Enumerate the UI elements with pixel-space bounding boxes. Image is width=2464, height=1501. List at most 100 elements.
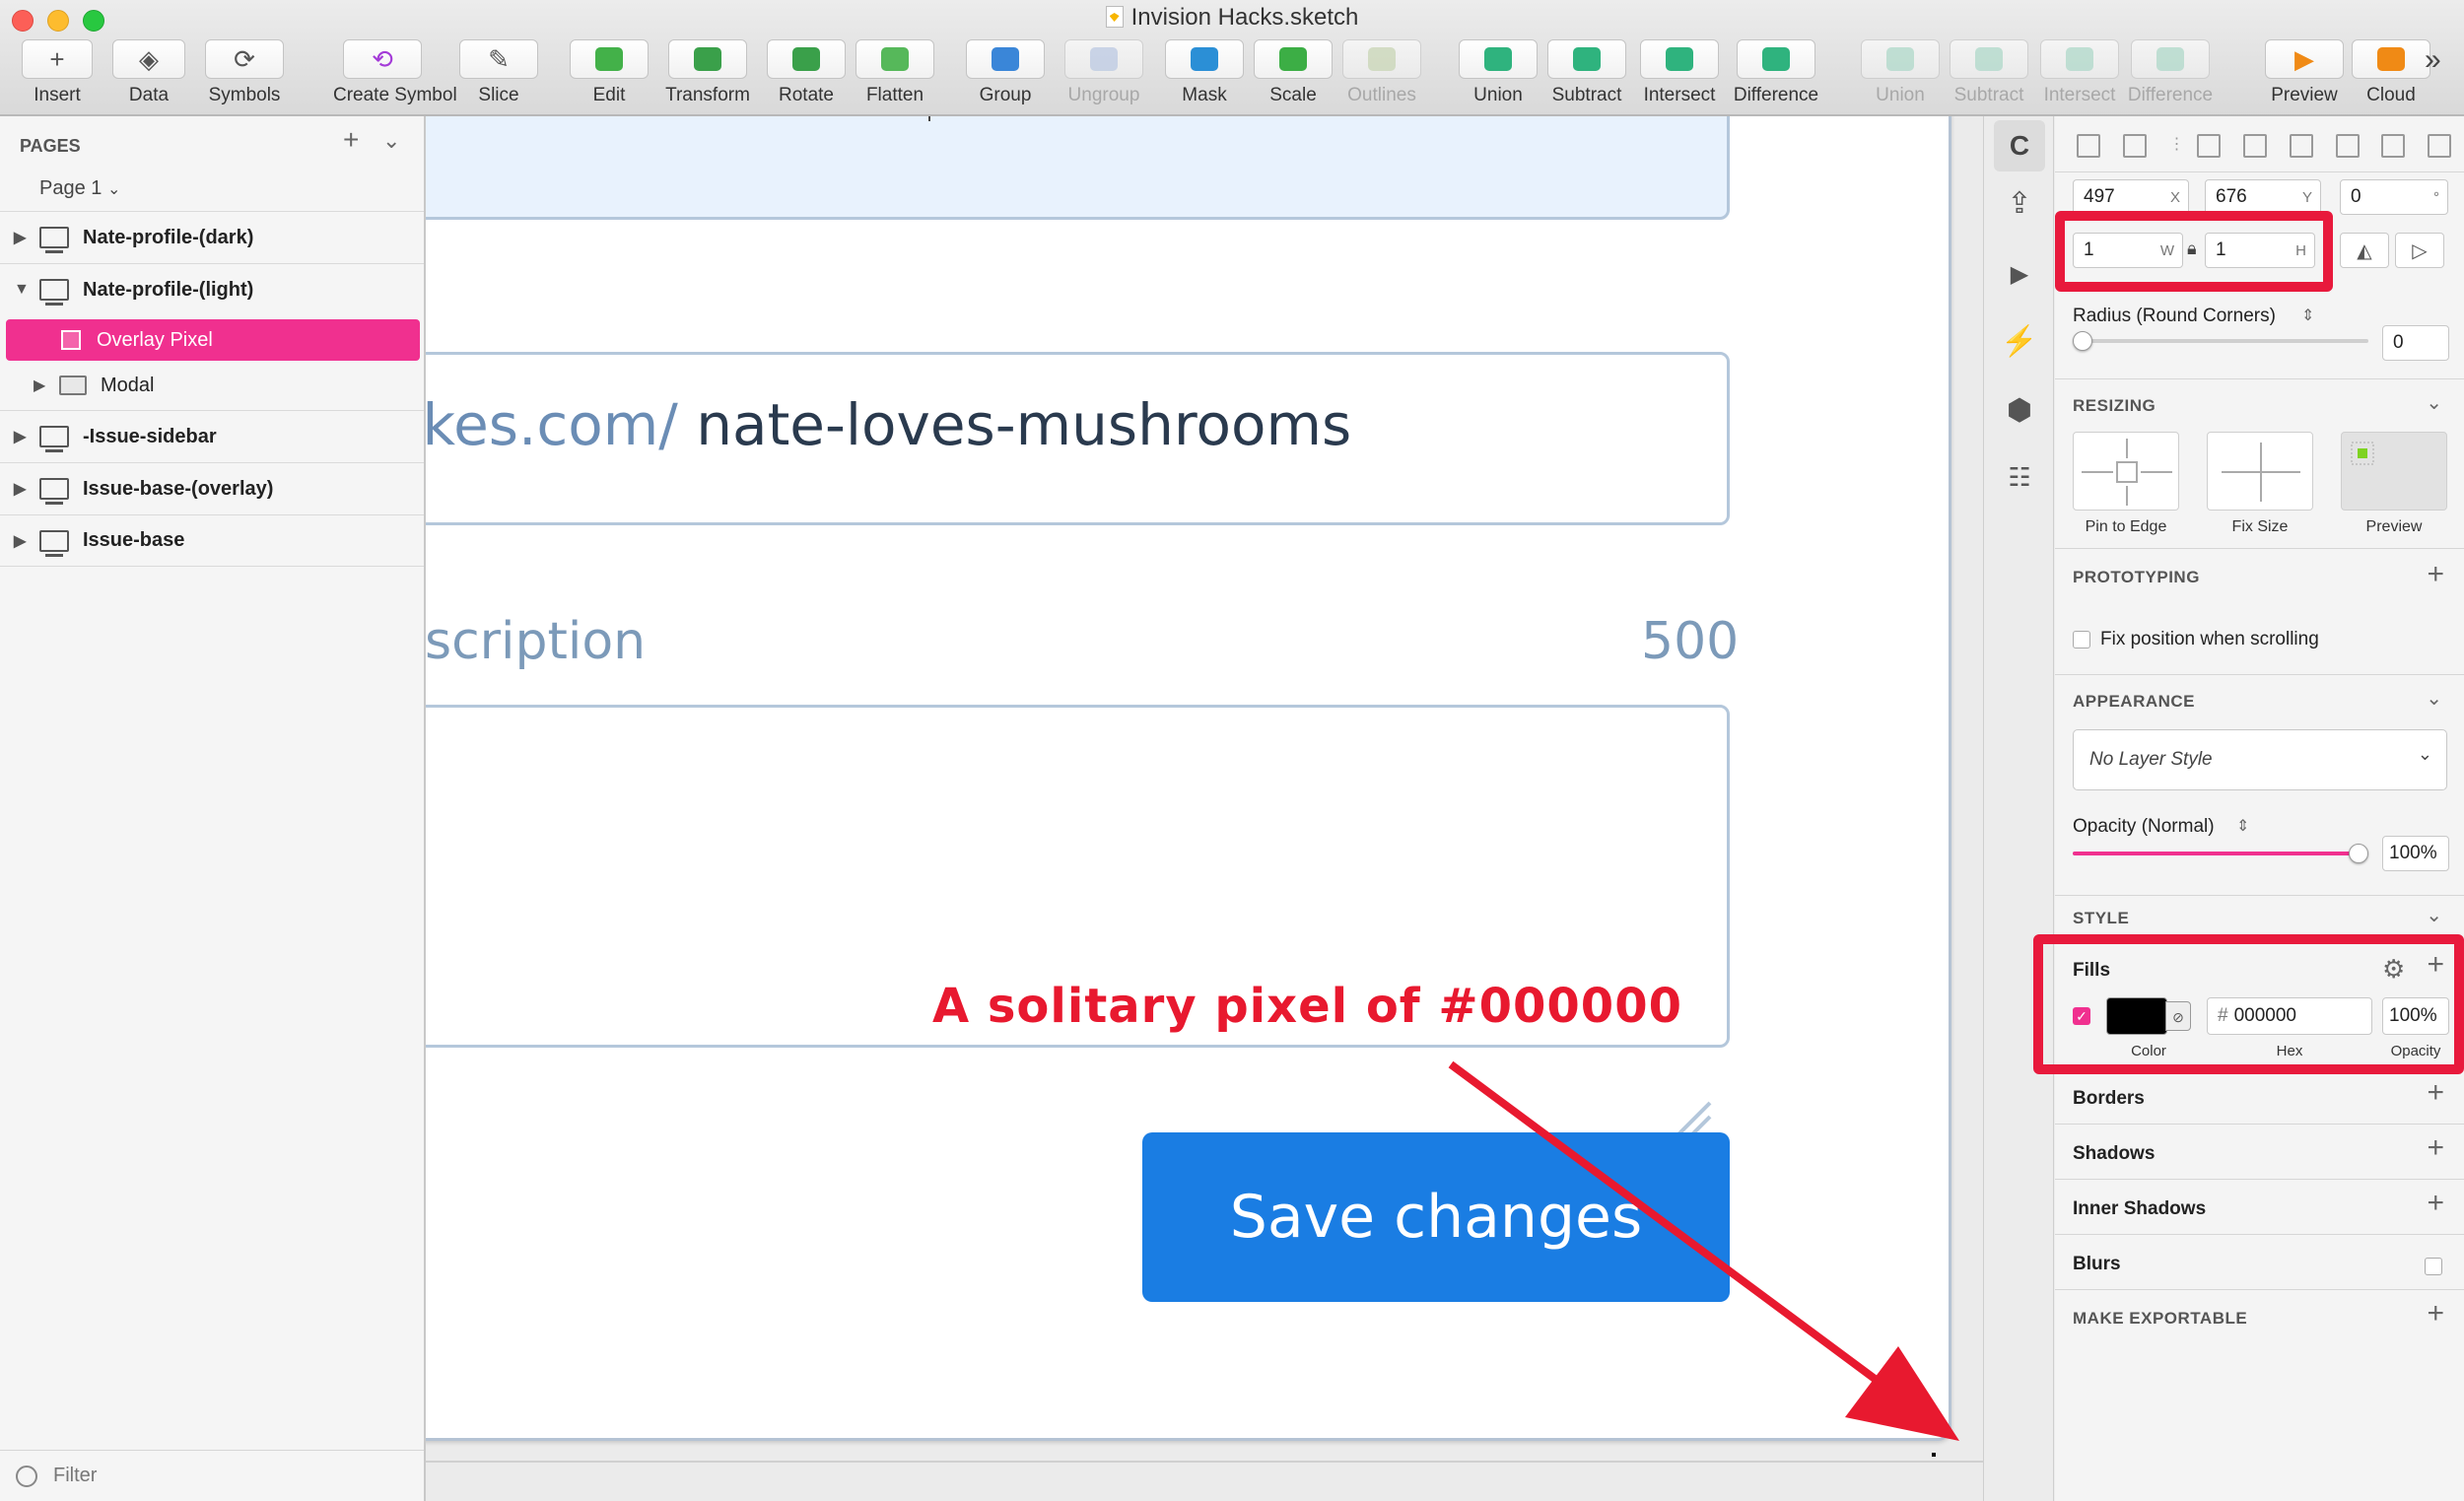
pin-to-edge-control[interactable] — [2073, 432, 2179, 511]
layer-filter[interactable]: Filter — [0, 1450, 424, 1501]
x-position-field[interactable]: 497 X — [2073, 179, 2189, 215]
height-suffix: H — [2295, 241, 2306, 259]
fill-enabled-checkbox[interactable]: ✓ — [2073, 1007, 2090, 1025]
color-variable-icon[interactable]: ⊘ — [2165, 1001, 2191, 1031]
fix-size-control[interactable] — [2207, 432, 2313, 511]
toolbar-item-symbols[interactable]: ⟳ Symbols — [195, 39, 294, 106]
align-left-icon[interactable] — [2197, 134, 2222, 158]
chevron-down-icon[interactable]: ⌄ — [2426, 903, 2442, 927]
toolbar-item-insert[interactable]: + Insert — [12, 39, 103, 106]
solitary-pixel[interactable] — [1932, 1453, 1936, 1457]
align-middle-icon[interactable] — [2381, 134, 2406, 158]
design-canvas[interactable]: akes.com/ nate-loves-mushrooms escriptio… — [426, 116, 1983, 1501]
disclosure-triangle-icon[interactable]: ▶ — [14, 228, 35, 247]
toolbar-item-intersect[interactable]: Intersect — [2030, 39, 2129, 106]
add-fill-icon[interactable]: + — [2427, 948, 2444, 982]
layer-group[interactable]: ▶ Modal — [0, 365, 424, 406]
toolbar-item-flatten[interactable]: Flatten — [846, 39, 944, 106]
layer-artboard[interactable]: ▶ Issue-base — [0, 514, 424, 567]
blur-checkbox[interactable] — [2425, 1258, 2442, 1275]
artboard-modal[interactable]: akes.com/ nate-loves-mushrooms escriptio… — [426, 116, 1951, 1441]
layer-style-dropdown[interactable]: No Layer Style ⌄ — [2073, 729, 2447, 790]
disclosure-triangle-icon[interactable]: ▶ — [14, 427, 35, 446]
toolbar-item-transform[interactable]: Transform — [658, 39, 757, 106]
layer-artboard[interactable]: ▶ Nate-profile-(dark) — [0, 211, 424, 263]
add-inner-shadow-icon[interactable]: + — [2427, 1187, 2444, 1220]
toolbar-item-edit[interactable]: Edit — [560, 39, 658, 106]
toolbar-item-rotate[interactable]: Rotate — [757, 39, 856, 106]
fix-position-checkbox[interactable] — [2073, 631, 2090, 648]
inspector-tab-plugins[interactable]: ⬢ — [1994, 384, 2045, 436]
toolbar-item-intersect[interactable]: Intersect — [1630, 39, 1729, 106]
align-right-icon[interactable] — [2289, 134, 2313, 158]
tool-glyph — [1573, 47, 1601, 71]
layer-overlay-pixel-selected[interactable]: Overlay Pixel — [6, 319, 420, 361]
toolbar-item-ungroup[interactable]: Ungroup — [1055, 39, 1153, 106]
toolbar-item-difference[interactable]: Difference — [2121, 39, 2220, 106]
lock-proportions-icon[interactable]: 🔒︎ — [2187, 239, 2197, 259]
toolbar-item-create-symbol[interactable]: ⟲ Create Symbol — [333, 39, 457, 106]
more-icon[interactable]: ⋮ — [2169, 134, 2185, 158]
collapse-pages-icon[interactable]: ⌄ — [382, 128, 400, 154]
add-page-icon[interactable]: + — [343, 124, 359, 156]
add-export-icon[interactable]: + — [2427, 1297, 2444, 1330]
page-selector[interactable]: Page 1 ⌄ — [39, 177, 120, 200]
add-shadow-icon[interactable]: + — [2427, 1131, 2444, 1165]
inspector-tab-library[interactable]: ☷ — [1994, 451, 2045, 503]
toolbar-item-slice[interactable]: ✎ Slice — [449, 39, 548, 106]
opacity-slider-knob[interactable] — [2349, 844, 2368, 863]
chevron-down-icon[interactable]: ⌄ — [2426, 686, 2442, 711]
rotation-field[interactable]: 0 ° — [2340, 179, 2448, 215]
inspector-tab-prototype[interactable]: ▶ — [1994, 248, 2045, 300]
layer-artboard[interactable]: ▼ Nate-profile-(light) — [0, 263, 424, 315]
align-bottom-icon[interactable] — [2428, 134, 2451, 158]
inspector-tab-actions[interactable]: ⚡ — [1994, 315, 2045, 367]
add-prototype-icon[interactable]: + — [2427, 558, 2444, 591]
toolbar-item-data[interactable]: ◈ Data — [103, 39, 195, 106]
flip-vertical-button[interactable]: ▷ — [2395, 233, 2444, 268]
toolbar-item-scale[interactable]: Scale — [1244, 39, 1342, 106]
fill-hex-field[interactable]: #000000 — [2207, 997, 2372, 1035]
toolbar-item-subtract[interactable]: Subtract — [1538, 39, 1636, 106]
toolbar-item-difference[interactable]: Difference — [1727, 39, 1825, 106]
toolbar-item-preview[interactable]: ▶ Preview — [2255, 39, 2354, 106]
toolbar-item-subtract[interactable]: Subtract — [1940, 39, 2038, 106]
shadows-label: Shadows — [2073, 1143, 2156, 1164]
align-center-icon[interactable] — [2243, 134, 2267, 158]
height-field[interactable]: 1H — [2205, 233, 2315, 268]
toolbar-item-union[interactable]: Union — [1449, 39, 1547, 106]
layer-artboard[interactable]: ▶ -Issue-sidebar — [0, 410, 424, 462]
text-field-top[interactable] — [426, 116, 1730, 220]
disclosure-triangle-icon[interactable]: ▶ — [14, 531, 35, 551]
fill-opacity-field[interactable]: 100% — [2382, 997, 2449, 1035]
gear-icon[interactable]: ⚙ — [2382, 954, 2405, 985]
inspector-tab-design[interactable]: C — [1994, 120, 2045, 171]
toolbar-overflow-button[interactable]: » — [2425, 43, 2441, 77]
inspector-tab-export[interactable]: ⇪ — [1994, 177, 2045, 229]
stepper-icon[interactable]: ⇕ — [2236, 816, 2249, 836]
toolbar-item-label: Slice — [478, 85, 519, 105]
toolbar-item-group[interactable]: Group — [956, 39, 1055, 106]
chevron-down-icon[interactable]: ⌄ — [2426, 390, 2442, 415]
add-border-icon[interactable]: + — [2427, 1076, 2444, 1110]
y-position-field[interactable]: 676 Y — [2205, 179, 2321, 215]
toolbar-item-mask[interactable]: Mask — [1155, 39, 1254, 106]
disclosure-triangle-icon[interactable]: ▼ — [14, 281, 35, 299]
stepper-icon[interactable]: ⇕ — [2301, 306, 2314, 325]
distribute-horizontal-icon[interactable] — [2077, 134, 2100, 158]
width-field[interactable]: 1W — [2073, 233, 2183, 268]
toolbar-item-union[interactable]: Union — [1851, 39, 1950, 106]
disclosure-triangle-icon[interactable]: ▶ — [34, 375, 55, 395]
save-changes-button[interactable]: Save changes — [1142, 1132, 1730, 1302]
disclosure-triangle-icon[interactable]: ▶ — [14, 479, 35, 499]
radius-slider[interactable] — [2073, 339, 2368, 343]
radius-field[interactable]: 0 — [2382, 325, 2449, 361]
align-top-icon[interactable] — [2335, 134, 2360, 158]
radius-slider-knob[interactable] — [2073, 331, 2092, 351]
distribute-vertical-icon[interactable] — [2122, 134, 2147, 158]
toolbar-item-outlines[interactable]: Outlines — [1333, 39, 1431, 106]
opacity-field[interactable]: 100% — [2382, 836, 2449, 871]
flip-horizontal-button[interactable]: ◭ — [2340, 233, 2389, 268]
layer-artboard[interactable]: ▶ Issue-base-(overlay) — [0, 462, 424, 514]
fill-color-swatch[interactable] — [2106, 997, 2167, 1035]
